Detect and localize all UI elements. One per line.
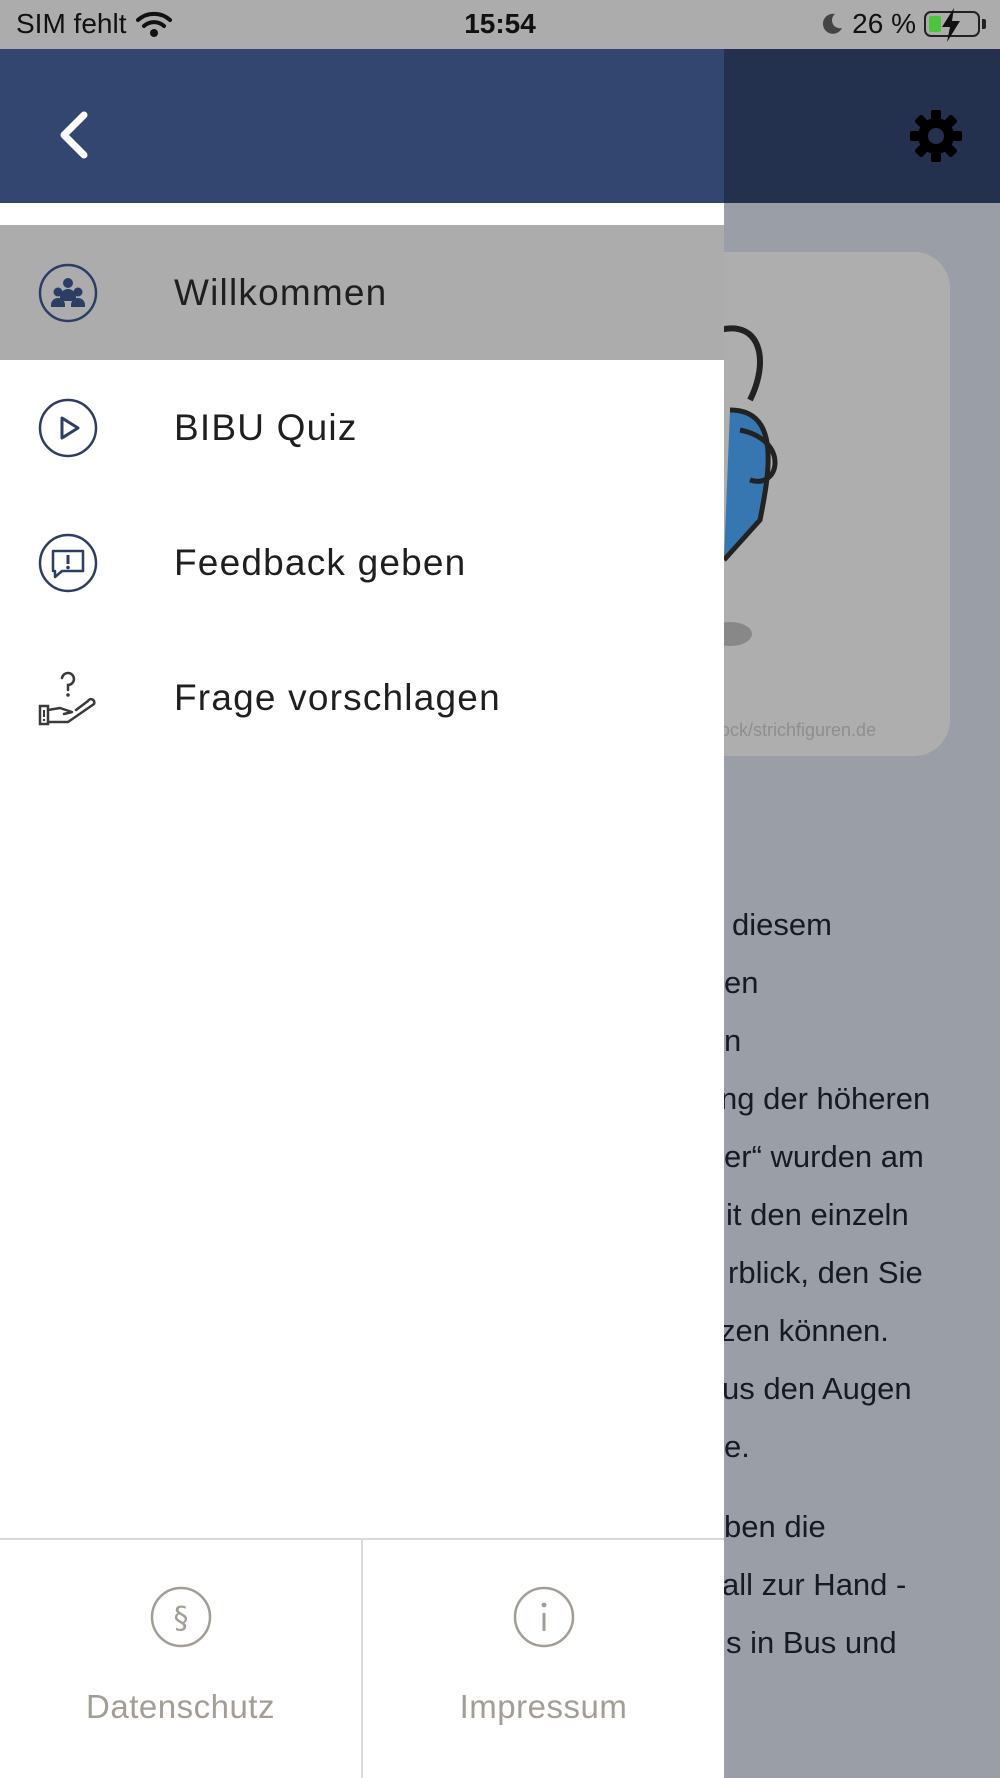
menu-item-frage-vorschlagen[interactable]: Frage vorschlagen <box>0 630 724 765</box>
question-hand-icon <box>38 671 96 726</box>
bg-text-line: er“ wurden am <box>724 1139 924 1174</box>
group-icon <box>38 263 98 323</box>
menu-item-feedback[interactable]: Feedback geben <box>0 495 724 630</box>
menu-item-label: Frage vorschlagen <box>174 676 501 718</box>
bg-text-line: it den einzeln <box>726 1197 909 1232</box>
battery-icon <box>924 8 980 42</box>
bg-text-line: rblick, den Sie <box>728 1255 923 1290</box>
status-bar: SIM fehlt 15:54 26 % <box>0 0 1000 49</box>
play-icon <box>38 398 98 458</box>
bg-text-line: ng der höheren <box>720 1081 931 1116</box>
bg-text-line: zen können. <box>720 1313 889 1348</box>
datenschutz-button[interactable]: § Datenschutz <box>0 1540 361 1778</box>
menu-item-willkommen[interactable]: Willkommen <box>0 225 724 360</box>
bg-text-line: en <box>724 965 759 1000</box>
moon-icon <box>823 13 843 34</box>
impressum-label: Impressum <box>459 1688 628 1725</box>
bg-text-line: e. <box>724 1429 750 1464</box>
paragraph-icon: § <box>150 1586 211 1648</box>
menu-item-label: Feedback geben <box>174 541 467 583</box>
bg-text-line: us den Augen <box>722 1371 912 1406</box>
gear-icon[interactable] <box>908 108 964 164</box>
impressum-button[interactable]: Impressum <box>361 1540 724 1778</box>
drawer-header <box>0 49 724 203</box>
drawer-footer: § Datenschutz Impressum <box>0 1538 724 1778</box>
image-credit: ock/strichfiguren.de <box>720 720 877 740</box>
navigation-drawer: Willkommen BIBU Quiz Feedback geben Frag… <box>0 49 724 1778</box>
info-icon <box>513 1586 574 1648</box>
svg-text:§: § <box>173 1601 188 1636</box>
bg-text-line: ben die <box>724 1509 826 1544</box>
menu-item-bibu-quiz[interactable]: BIBU Quiz <box>0 360 724 495</box>
menu-item-label: Willkommen <box>174 271 388 313</box>
menu-item-label: BIBU Quiz <box>174 406 358 448</box>
battery-percent: 26 % <box>852 8 916 39</box>
bg-text-line: diesem <box>732 907 832 942</box>
bg-text-line: n <box>724 1023 742 1058</box>
bg-text-line: all zur Hand - <box>722 1567 907 1602</box>
datenschutz-label: Datenschutz <box>86 1688 275 1725</box>
back-chevron-icon[interactable] <box>48 107 104 163</box>
drawer-menu: Willkommen BIBU Quiz Feedback geben Frag… <box>0 225 724 765</box>
bg-text-line: s in Bus und <box>726 1625 897 1660</box>
feedback-icon <box>38 533 98 593</box>
background-text: diesem en n ng der höheren er“ wurden am… <box>700 896 1000 1672</box>
status-right: 26 % <box>820 8 986 42</box>
